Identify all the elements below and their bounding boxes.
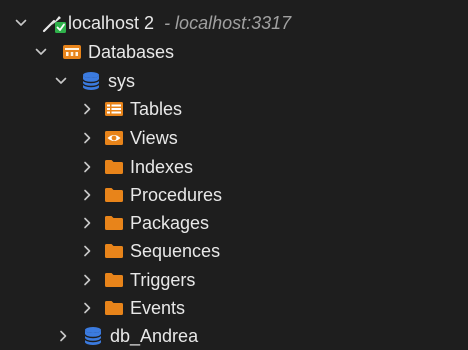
tree-item-label: Tables	[130, 98, 183, 119]
chevron-right-icon[interactable]	[80, 102, 94, 116]
tree-item-label: Triggers	[130, 269, 196, 290]
folder-icon	[104, 215, 124, 231]
schema-node-sys[interactable]: sys	[0, 66, 468, 95]
schema-label: sys	[108, 70, 135, 91]
tree-item-packages[interactable]: Packages	[0, 208, 468, 237]
database-group-icon	[62, 43, 82, 61]
chevron-right-icon[interactable]	[80, 160, 94, 174]
tree-item-sequences[interactable]: Sequences	[0, 236, 468, 265]
database-cylinder-icon	[82, 71, 100, 91]
tree-item-label: Events	[130, 297, 186, 318]
connection-address: - localhost:3317	[164, 12, 292, 33]
tree-item-label: Sequences	[130, 240, 221, 261]
chevron-right-icon[interactable]	[80, 131, 94, 145]
table-icon	[104, 101, 124, 117]
chevron-right-icon[interactable]	[80, 301, 94, 315]
folder-icon	[104, 187, 124, 203]
folder-icon	[104, 272, 124, 288]
chevron-down-icon[interactable]	[54, 74, 68, 88]
chevron-right-icon[interactable]	[80, 244, 94, 258]
connection-node[interactable]: localhost 2 - localhost:3317	[0, 8, 468, 37]
tree-item-label: Indexes	[130, 156, 194, 177]
chevron-right-icon[interactable]	[80, 216, 94, 230]
tree-item-indexes[interactable]: Indexes	[0, 152, 468, 181]
database-explorer-tree: localhost 2 - localhost:3317 Databases s…	[0, 0, 468, 345]
chevron-right-icon[interactable]	[56, 329, 70, 343]
tree-item-procedures[interactable]: Procedures	[0, 180, 468, 209]
tree-item-triggers[interactable]: Triggers	[0, 265, 468, 294]
tree-item-label: Packages	[130, 212, 210, 233]
tree-item-tables[interactable]: Tables	[0, 94, 468, 123]
folder-icon	[104, 243, 124, 259]
tree-item-label: Procedures	[130, 184, 223, 205]
connection-name: localhost 2	[68, 12, 155, 33]
tree-item-label: Views	[130, 127, 178, 148]
folder-icon	[104, 159, 124, 175]
connection-plug-icon	[42, 11, 68, 35]
schema-label: db_Andrea	[110, 325, 199, 346]
database-cylinder-icon	[84, 326, 102, 346]
chevron-down-icon[interactable]	[14, 16, 28, 30]
tree-item-events[interactable]: Events	[0, 293, 468, 322]
tree-item-views[interactable]: Views	[0, 123, 468, 152]
chevron-right-icon[interactable]	[80, 188, 94, 202]
chevron-down-icon[interactable]	[34, 45, 48, 59]
databases-label: Databases	[88, 41, 175, 62]
view-eye-icon	[104, 130, 124, 146]
databases-node[interactable]: Databases	[0, 37, 468, 66]
chevron-right-icon[interactable]	[80, 273, 94, 287]
schema-node-db-andrea[interactable]: db_Andrea	[0, 321, 468, 350]
folder-icon	[104, 300, 124, 316]
